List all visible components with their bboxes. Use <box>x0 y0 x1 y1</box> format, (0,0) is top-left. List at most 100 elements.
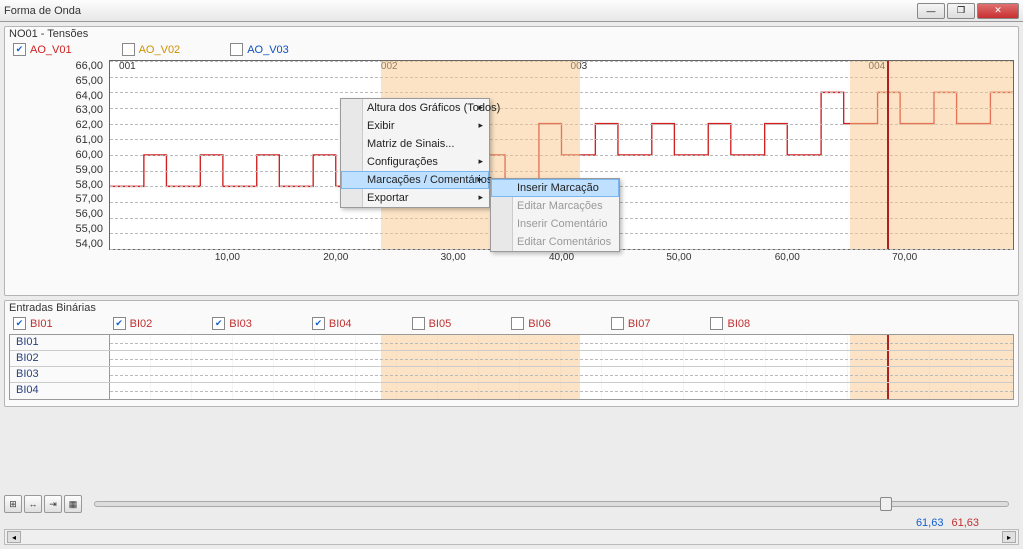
menu-item[interactable]: Exibir <box>341 117 489 135</box>
x-tick: 10,00 <box>215 252 240 263</box>
segment-label: 001 <box>119 61 136 72</box>
checkbox-icon[interactable] <box>511 317 524 330</box>
binary-row-label: BI03 <box>10 367 110 382</box>
y-tick: 65,00 <box>9 75 103 87</box>
y-tick: 60,00 <box>9 149 103 161</box>
checkbox-icon[interactable] <box>122 43 135 56</box>
cursor-line[interactable] <box>887 61 889 249</box>
binary-row-label: BI01 <box>10 335 110 350</box>
binary-track[interactable] <box>110 367 1013 382</box>
slider-val-1: 61,63 <box>916 517 944 529</box>
legend-label: BI06 <box>528 318 551 330</box>
menu-item[interactable]: Altura dos Gráficos (Todos) <box>341 99 489 117</box>
time-slider[interactable] <box>94 501 1009 507</box>
binary-row: BI03 <box>10 367 1013 383</box>
menu-item[interactable]: Exportar <box>341 189 489 207</box>
panel-title: Entradas Binárias <box>9 302 1014 314</box>
binary-tracks: BI01BI02BI03BI04 <box>9 334 1014 400</box>
checkbox-icon[interactable] <box>113 317 126 330</box>
bottom-bar: ⊞ ↔ ⇥ ▦ 61,63 61,63 ◂ ▸ <box>4 495 1019 545</box>
maximize-button[interactable]: ❐ <box>947 3 975 19</box>
legend-item-bi04[interactable]: BI04 <box>312 317 352 330</box>
y-tick: 62,00 <box>9 119 103 131</box>
y-tick: 58,00 <box>9 179 103 191</box>
legend-item-bi06[interactable]: BI06 <box>511 317 551 330</box>
checkbox-icon[interactable] <box>13 317 26 330</box>
submenu-item: Inserir Comentário <box>491 215 619 233</box>
close-button[interactable]: ✕ <box>977 3 1019 19</box>
menu-item[interactable]: Configurações <box>341 153 489 171</box>
submenu-item[interactable]: Inserir Marcação <box>491 179 619 197</box>
minimize-button[interactable]: — <box>917 3 945 19</box>
slider-val-2: 61,63 <box>951 517 979 529</box>
legend-item-bi03[interactable]: BI03 <box>212 317 252 330</box>
legend-item-bi05[interactable]: BI05 <box>412 317 452 330</box>
legend-label: BI03 <box>229 318 252 330</box>
checkbox-icon[interactable] <box>212 317 225 330</box>
legend-label: BI05 <box>429 318 452 330</box>
checkbox-icon[interactable] <box>230 43 243 56</box>
binary-row: BI01 <box>10 335 1013 351</box>
legend-item-bi08[interactable]: BI08 <box>710 317 750 330</box>
checkbox-icon[interactable] <box>13 43 26 56</box>
legend-label: BI07 <box>628 318 651 330</box>
checkbox-icon[interactable] <box>312 317 325 330</box>
binary-row-label: BI02 <box>10 351 110 366</box>
legend-label: AO_V02 <box>139 44 181 56</box>
checkbox-icon[interactable] <box>611 317 624 330</box>
legend-item-bi02[interactable]: BI02 <box>113 317 153 330</box>
slider-values: 61,63 61,63 <box>4 517 979 529</box>
legend-item-bi01[interactable]: BI01 <box>13 317 53 330</box>
submenu-item: Editar Comentários <box>491 233 619 251</box>
binary-row-label: BI04 <box>10 383 110 399</box>
binary-track[interactable] <box>110 383 1013 399</box>
x-tick: 20,00 <box>323 252 348 263</box>
y-tick: 66,00 <box>9 60 103 72</box>
binary-row: BI04 <box>10 383 1013 399</box>
binary-inputs-panel: Entradas Binárias BI01BI02BI03BI04BI05BI… <box>4 300 1019 407</box>
y-tick: 54,00 <box>9 238 103 250</box>
x-tick: 50,00 <box>666 252 691 263</box>
y-tick: 59,00 <box>9 164 103 176</box>
tool-button-3[interactable]: ⇥ <box>44 495 62 513</box>
scroll-left-icon[interactable]: ◂ <box>7 531 21 543</box>
binary-track[interactable] <box>110 335 1013 350</box>
legend-item-ao-v01[interactable]: AO_V01 <box>13 43 72 56</box>
legend-row: AO_V01 AO_V02 AO_V03 <box>9 41 1014 60</box>
window-title: Forma de Onda <box>4 5 917 17</box>
tool-button-2[interactable]: ↔ <box>24 495 42 513</box>
y-tick: 61,00 <box>9 134 103 146</box>
legend-label: BI01 <box>30 318 53 330</box>
y-tick: 55,00 <box>9 223 103 235</box>
binary-row: BI02 <box>10 351 1013 367</box>
binary-track[interactable] <box>110 351 1013 366</box>
y-tick: 63,00 <box>9 104 103 116</box>
legend-item-bi07[interactable]: BI07 <box>611 317 651 330</box>
x-tick: 40,00 <box>549 252 574 263</box>
y-tick: 64,00 <box>9 90 103 102</box>
menu-item[interactable]: Matriz de Sinais... <box>341 135 489 153</box>
tool-button-1[interactable]: ⊞ <box>4 495 22 513</box>
y-axis: 66,00 65,00 64,00 63,00 62,00 61,00 60,00 59,00… <box>9 60 109 250</box>
x-tick: 60,00 <box>775 252 800 263</box>
horizontal-scrollbar[interactable]: ◂ ▸ <box>4 529 1019 545</box>
panel-title: NO01 - Tensões <box>9 28 1014 40</box>
scroll-right-icon[interactable]: ▸ <box>1002 531 1016 543</box>
x-tick: 70,00 <box>892 252 917 263</box>
checkbox-icon[interactable] <box>412 317 425 330</box>
context-submenu[interactable]: Inserir MarcaçãoEditar MarcaçõesInserir … <box>490 178 620 252</box>
checkbox-icon[interactable] <box>710 317 723 330</box>
tool-button-4[interactable]: ▦ <box>64 495 82 513</box>
y-tick: 56,00 <box>9 208 103 220</box>
legend-item-ao-v02[interactable]: AO_V02 <box>122 43 181 56</box>
x-tick: 30,00 <box>441 252 466 263</box>
slider-thumb[interactable] <box>880 497 892 511</box>
context-menu[interactable]: Altura dos Gráficos (Todos)ExibirMatriz … <box>340 98 490 208</box>
waveform-panel: NO01 - Tensões AO_V01 AO_V02 AO_V03 66,0… <box>4 26 1019 296</box>
legend-label: AO_V01 <box>30 44 72 56</box>
legend-label: AO_V03 <box>247 44 289 56</box>
submenu-item: Editar Marcações <box>491 197 619 215</box>
legend-label: BI04 <box>329 318 352 330</box>
legend-item-ao-v03[interactable]: AO_V03 <box>230 43 289 56</box>
menu-item[interactable]: Marcações / Comentários <box>341 171 489 189</box>
